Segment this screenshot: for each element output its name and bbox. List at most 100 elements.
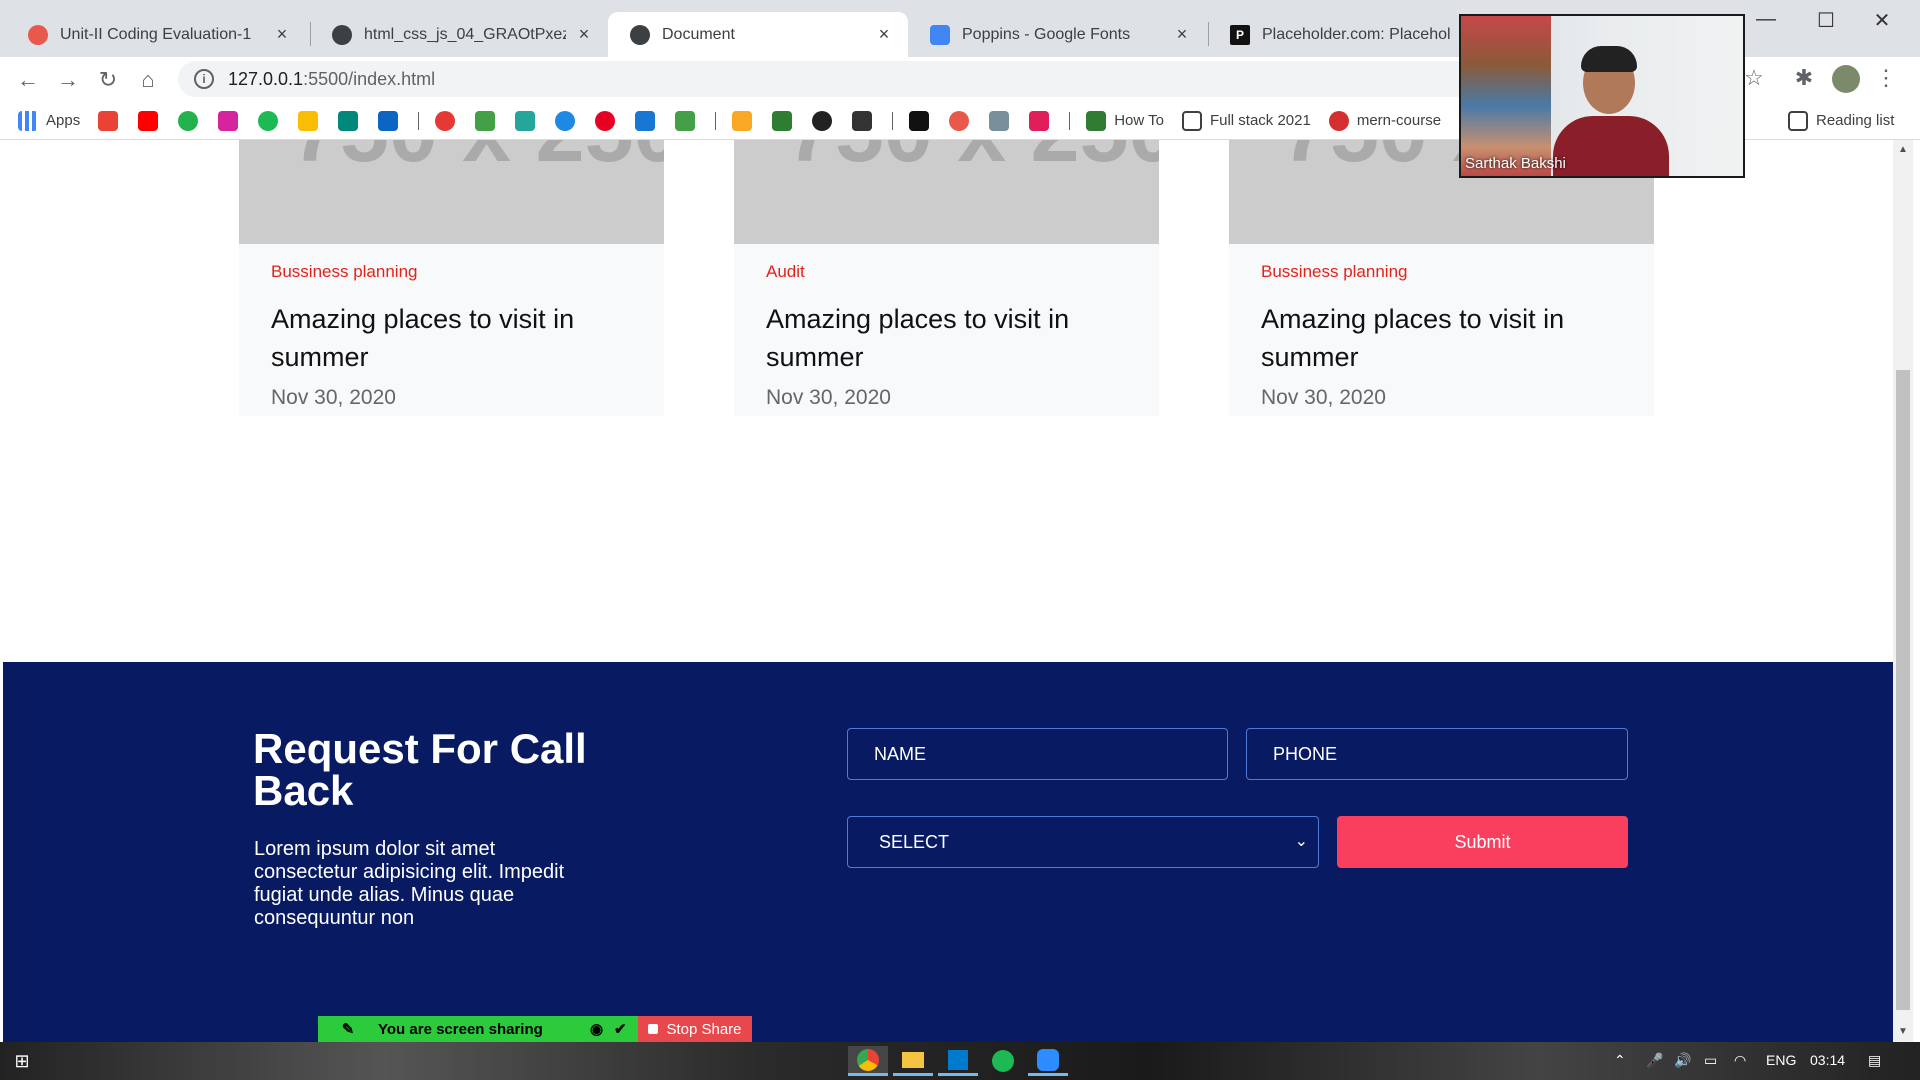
placeholder-text: 750 x 250 <box>786 140 1159 182</box>
blog-card[interactable]: 750 x 250 Bussiness planning Amazing pla… <box>1229 140 1654 416</box>
person-body <box>1553 116 1669 176</box>
scroll-up-icon[interactable]: ▲ <box>1893 144 1913 155</box>
record-icon[interactable] <box>435 110 456 131</box>
spotify-taskbar-icon[interactable] <box>983 1046 1023 1076</box>
bookmark-label: Full stack 2021 <box>1209 112 1311 129</box>
callback-footer: Request For Call Back Lorem ipsum dolor … <box>3 662 1893 1042</box>
spotify-icon[interactable] <box>258 110 279 131</box>
bookmark-w-icon <box>1086 110 1107 131</box>
tab-close-icon[interactable]: × <box>874 24 894 45</box>
drag-handle-icon[interactable]: ✎ <box>318 1020 378 1038</box>
scroll-thumb[interactable] <box>1896 370 1910 1010</box>
google-drive-icon[interactable] <box>298 110 319 131</box>
close-window-icon[interactable]: ✕ <box>1862 8 1902 33</box>
scroll-down-icon[interactable]: ▼ <box>1893 1026 1913 1037</box>
pma-icon[interactable] <box>732 110 753 131</box>
windows-start-icon[interactable]: ⊞ <box>2 1046 42 1076</box>
tab-document[interactable]: Document × <box>608 12 908 57</box>
pinterest-icon[interactable] <box>595 110 616 131</box>
youtube-icon[interactable] <box>138 110 159 131</box>
microphone-icon[interactable]: 🎤 <box>1646 1052 1663 1069</box>
bookmark-apps[interactable]: Apps <box>18 110 80 131</box>
video-call-thumbnail[interactable]: Sarthak Bakshi <box>1459 14 1745 178</box>
home-icon[interactable]: ⌂ <box>128 67 168 93</box>
site-info-icon[interactable]: i <box>194 69 214 89</box>
codepen-icon[interactable] <box>852 110 873 131</box>
tab-placeholder[interactable]: P Placeholder.com: Placeholder.com <box>1208 12 1464 57</box>
submit-button[interactable]: Submit <box>1337 816 1628 868</box>
volume-icon[interactable]: 🔊 <box>1674 1052 1691 1069</box>
stop-share-button[interactable]: Stop Share <box>638 1016 752 1042</box>
back-icon[interactable]: ← <box>8 67 48 93</box>
zoom-icon[interactable] <box>1028 1046 1068 1076</box>
share-settings-icon[interactable]: ◉ <box>590 1020 614 1038</box>
google-meet-icon[interactable] <box>338 110 359 131</box>
divider <box>892 111 894 130</box>
minimize-icon[interactable]: — <box>1746 8 1786 31</box>
service-select[interactable]: SELECT ⌄ <box>847 816 1319 868</box>
file-explorer-icon[interactable] <box>893 1046 933 1076</box>
tab-close-icon[interactable]: × <box>272 24 292 45</box>
blog-card[interactable]: 750 x 250 Audit Amazing places to visit … <box>734 140 1159 416</box>
bookmark-p-icon[interactable] <box>515 110 536 131</box>
language-indicator[interactable]: ENG <box>1766 1052 1796 1068</box>
blog-card[interactable]: 750 x 250 Bussiness planning Amazing pla… <box>239 140 664 416</box>
page-scrollbar[interactable]: ▲ ▼ <box>1893 140 1913 1042</box>
tab-poppins-fonts[interactable]: Poppins - Google Fonts × <box>908 12 1206 57</box>
gmail-icon[interactable] <box>98 110 119 131</box>
footer-description: Lorem ipsum dolor sit amet consectetur a… <box>254 838 565 929</box>
background-shelf <box>1461 16 1551 176</box>
vscode-icon[interactable] <box>938 1046 978 1076</box>
bookmark-mern-course[interactable]: mern-course <box>1328 110 1441 131</box>
notifications-icon[interactable]: ▤ <box>1868 1052 1881 1069</box>
vue-icon[interactable] <box>675 110 696 131</box>
stop-share-label: Stop Share <box>666 1020 742 1038</box>
extensions-icon[interactable]: ✱ <box>1784 65 1824 91</box>
tab-title: Poppins - Google Fonts <box>962 25 1131 43</box>
select-value: SELECT <box>879 831 950 852</box>
profile-avatar[interactable] <box>1832 65 1860 93</box>
phone-input[interactable]: PHONE <box>1246 728 1628 780</box>
linkedin-icon[interactable] <box>378 110 399 131</box>
card-image-placeholder: 750 x 250 <box>239 140 664 244</box>
codeium-icon[interactable] <box>909 110 930 131</box>
maximize-icon[interactable]: ☐ <box>1806 8 1846 33</box>
tab-close-icon[interactable]: × <box>1172 24 1192 45</box>
robot-icon[interactable] <box>555 110 576 131</box>
reload-icon[interactable]: ↻ <box>88 67 128 93</box>
chevron-down-icon: ⌄ <box>1294 833 1308 850</box>
battery-icon[interactable]: ▭ <box>1704 1052 1717 1069</box>
menu-icon[interactable]: ⋮ <box>1866 65 1906 91</box>
tab-png-file[interactable]: html_css_js_04_GRAOtPxezn.png × <box>310 12 608 57</box>
tab-favicon-icon <box>28 24 48 45</box>
chrome-taskbar-icon[interactable] <box>848 1046 888 1076</box>
px-icon[interactable] <box>475 110 496 131</box>
tab-close-icon[interactable]: × <box>574 24 594 45</box>
github-icon[interactable] <box>812 110 833 131</box>
divider <box>715 111 717 130</box>
footer-title: Request For Call Back <box>253 725 587 814</box>
card-date: Nov 30, 2020 <box>766 386 891 409</box>
reading-list[interactable]: Reading list <box>1788 110 1894 131</box>
chevron-up-icon[interactable]: ⌃ <box>1614 1052 1626 1069</box>
name-input[interactable]: NAME <box>847 728 1228 780</box>
bookmark-how-to[interactable]: How To <box>1086 110 1164 131</box>
tab-title: html_css_js_04_GRAOtPxezn.png <box>364 25 566 43</box>
card-image-placeholder: 750 x 250 <box>734 140 1159 244</box>
bookmark-full-stack[interactable]: Full stack 2021 <box>1181 110 1311 131</box>
instagram-icon[interactable] <box>218 110 239 131</box>
google-fonts-icon <box>930 24 950 45</box>
tab-coding-evaluation[interactable]: Unit-II Coding Evaluation-1 × <box>6 12 306 57</box>
url-host: 127.0.0.1 <box>228 68 304 89</box>
clock[interactable]: 03:14 <box>1810 1052 1845 1068</box>
forward-icon[interactable]: → <box>48 67 88 93</box>
wifi-icon[interactable]: ◠ <box>1734 1052 1746 1069</box>
flag-icon[interactable] <box>635 110 656 131</box>
card-title: Amazing places to visit in summer <box>766 304 1070 372</box>
bookmark-w-icon[interactable] <box>772 110 793 131</box>
address-bar[interactable]: i 127.0.0.1:5500/index.html <box>178 61 1478 97</box>
mail-icon[interactable] <box>989 110 1010 131</box>
bookmark-18-icon[interactable] <box>178 110 199 131</box>
bookmark-wheel-icon[interactable] <box>949 110 970 131</box>
slack-icon[interactable] <box>1029 110 1050 131</box>
